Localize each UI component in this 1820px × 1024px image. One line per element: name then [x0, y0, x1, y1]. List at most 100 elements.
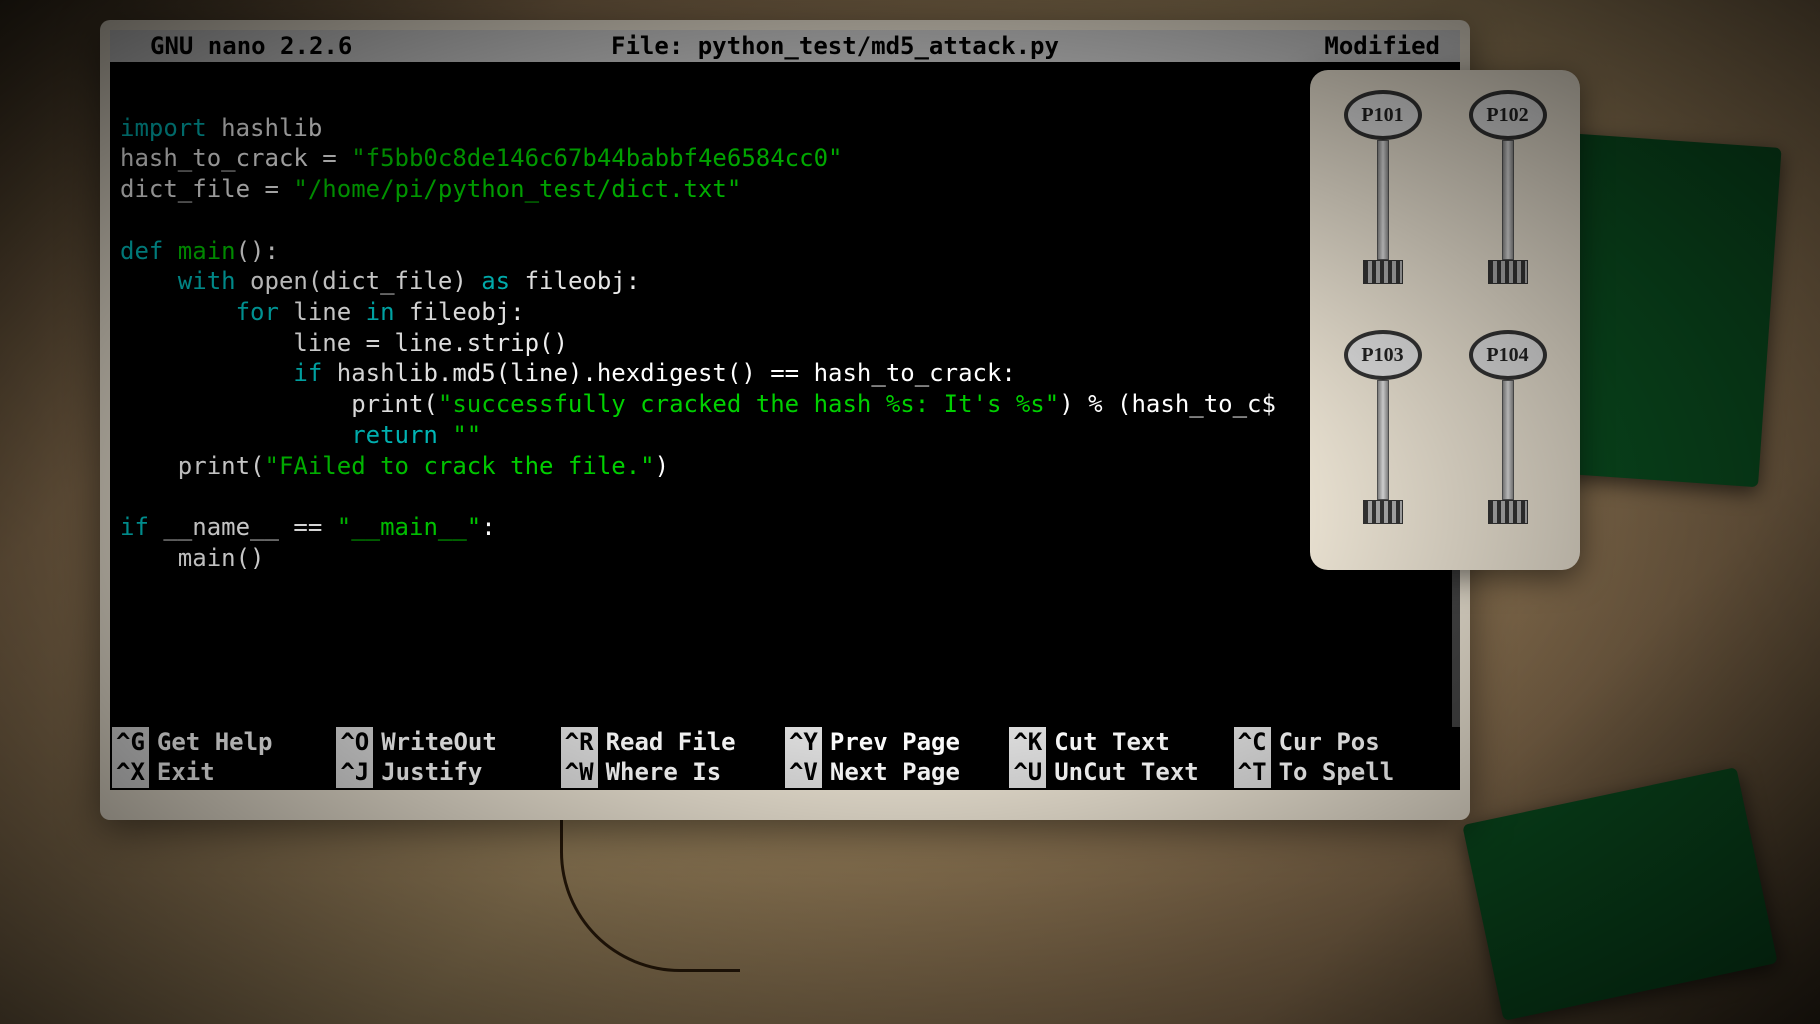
file-path: File: python_test/md5_attack.py	[380, 31, 1290, 62]
modified-status: Modified	[1290, 31, 1450, 62]
code-text: hashlib.md5(line).hexdigest() == hash_to…	[322, 359, 1016, 387]
code-text: )	[655, 452, 669, 480]
indent	[120, 267, 178, 295]
key-bit	[1488, 500, 1528, 524]
key-bit	[1363, 500, 1403, 524]
key-label: ^U	[1009, 757, 1046, 788]
string-literal: "__main__"	[337, 513, 482, 541]
wire-decoration	[560, 812, 740, 972]
kw-for: for	[236, 298, 279, 326]
key-p102[interactable]: P102	[1455, 90, 1560, 310]
kw-in: in	[366, 298, 395, 326]
shortcut-uncut-text[interactable]: ^U UnCut Text	[1009, 757, 1233, 788]
key-shaft	[1502, 380, 1514, 500]
shortcut-read-file[interactable]: ^R Read File	[561, 727, 785, 758]
shortcut-bar: ^G Get Help ^O WriteOut ^R Read File ^Y Prev…	[110, 727, 1460, 790]
key-label: ^K	[1009, 727, 1046, 758]
code-text: ) % (hash_to_c$	[1059, 390, 1276, 418]
key-label: ^G	[112, 727, 149, 758]
key-shaft	[1377, 380, 1389, 500]
key-label: ^O	[336, 727, 373, 758]
key-bit	[1363, 260, 1403, 284]
shortcut-label: To Spell	[1279, 757, 1395, 788]
key-label: ^Y	[785, 727, 822, 758]
code-text: dict_file =	[120, 175, 293, 203]
key-label: ^X	[112, 757, 149, 788]
key-shaft	[1377, 140, 1389, 260]
key-head: P102	[1469, 90, 1547, 140]
circuit-board-bottom	[1462, 767, 1777, 1021]
nano-editor[interactable]: GNU nano 2.2.6 File: python_test/md5_att…	[110, 30, 1460, 790]
code-text: open(dict_file)	[236, 267, 482, 295]
kw-import: import	[120, 114, 207, 142]
kw-def: def	[120, 237, 163, 265]
shortcut-exit[interactable]: ^X Exit	[112, 757, 336, 788]
key-p103[interactable]: P103	[1330, 330, 1435, 550]
code-text: hash_to_crack =	[120, 144, 351, 172]
kw-with: with	[178, 267, 236, 295]
shortcut-label: Where Is	[606, 757, 722, 788]
indent	[120, 359, 293, 387]
shortcut-next-page[interactable]: ^V Next Page	[785, 757, 1009, 788]
key-shaft	[1502, 140, 1514, 260]
kw-if: if	[293, 359, 322, 387]
indent: print(	[120, 390, 438, 418]
indent	[120, 421, 351, 449]
shortcut-cut-text[interactable]: ^K Cut Text	[1009, 727, 1233, 758]
shortcut-label: Cut Text	[1054, 727, 1170, 758]
code-text: hashlib	[207, 114, 323, 142]
function-name: main	[163, 237, 235, 265]
string-literal: "f5bb0c8de146c67b44babbf4e6584cc0"	[351, 144, 842, 172]
code-text: ():	[236, 237, 279, 265]
string-literal: "/home/pi/python_test/dict.txt"	[293, 175, 741, 203]
shortcut-label: Cur Pos	[1279, 727, 1380, 758]
string-literal: ""	[452, 421, 481, 449]
shortcut-get-help[interactable]: ^G Get Help	[112, 727, 336, 758]
shortcut-label: Read File	[606, 727, 736, 758]
code-line: main()	[120, 544, 265, 572]
shortcut-where-is[interactable]: ^W Where Is	[561, 757, 785, 788]
shortcut-label: Justify	[381, 757, 482, 788]
app-name: GNU nano 2.2.6	[120, 31, 380, 62]
nano-titlebar: GNU nano 2.2.6 File: python_test/md5_att…	[110, 30, 1460, 62]
shortcut-label: WriteOut	[381, 727, 497, 758]
shortcut-cur-pos[interactable]: ^C Cur Pos	[1234, 727, 1458, 758]
shortcut-prev-page[interactable]: ^Y Prev Page	[785, 727, 1009, 758]
key-head: P104	[1469, 330, 1547, 380]
shortcut-justify[interactable]: ^J Justify	[336, 757, 560, 788]
shortcut-label: Prev Page	[830, 727, 960, 758]
key-bit	[1488, 260, 1528, 284]
kw-if: if	[120, 513, 149, 541]
shortcut-to-spell[interactable]: ^T To Spell	[1234, 757, 1458, 788]
code-text: fileobj:	[510, 267, 640, 295]
code-text: line	[279, 298, 366, 326]
string-literal: "FAiled to crack the file."	[265, 452, 655, 480]
terminal-window: GNU nano 2.2.6 File: python_test/md5_att…	[100, 20, 1470, 820]
key-label: ^C	[1234, 727, 1271, 758]
code-line: line = line.strip()	[120, 329, 568, 357]
key-label: ^J	[336, 757, 373, 788]
indent	[120, 298, 236, 326]
key-head: P101	[1344, 90, 1422, 140]
key-p104[interactable]: P104	[1455, 330, 1560, 550]
kw-return: return	[351, 421, 438, 449]
shortcut-label: UnCut Text	[1054, 757, 1199, 788]
shortcut-writeout[interactable]: ^O WriteOut	[336, 727, 560, 758]
key-p101[interactable]: P101	[1330, 90, 1435, 310]
code-text: __name__ ==	[149, 513, 337, 541]
code-text: fileobj:	[395, 298, 525, 326]
string-literal: "successfully cracked the hash %s: It's …	[438, 390, 1059, 418]
key-label: ^T	[1234, 757, 1271, 788]
key-label: ^R	[561, 727, 598, 758]
shortcut-label: Next Page	[830, 757, 960, 788]
code-text: :	[481, 513, 495, 541]
indent: print(	[120, 452, 265, 480]
shortcut-label: Exit	[157, 757, 215, 788]
keys-panel: P101 P102 P103 P104	[1310, 70, 1580, 570]
shortcut-label: Get Help	[157, 727, 273, 758]
kw-as: as	[481, 267, 510, 295]
editor-area[interactable]: import hashlib hash_to_crack = "f5bb0c8d…	[110, 62, 1460, 727]
key-label: ^W	[561, 757, 598, 788]
key-label: ^V	[785, 757, 822, 788]
space	[438, 421, 452, 449]
